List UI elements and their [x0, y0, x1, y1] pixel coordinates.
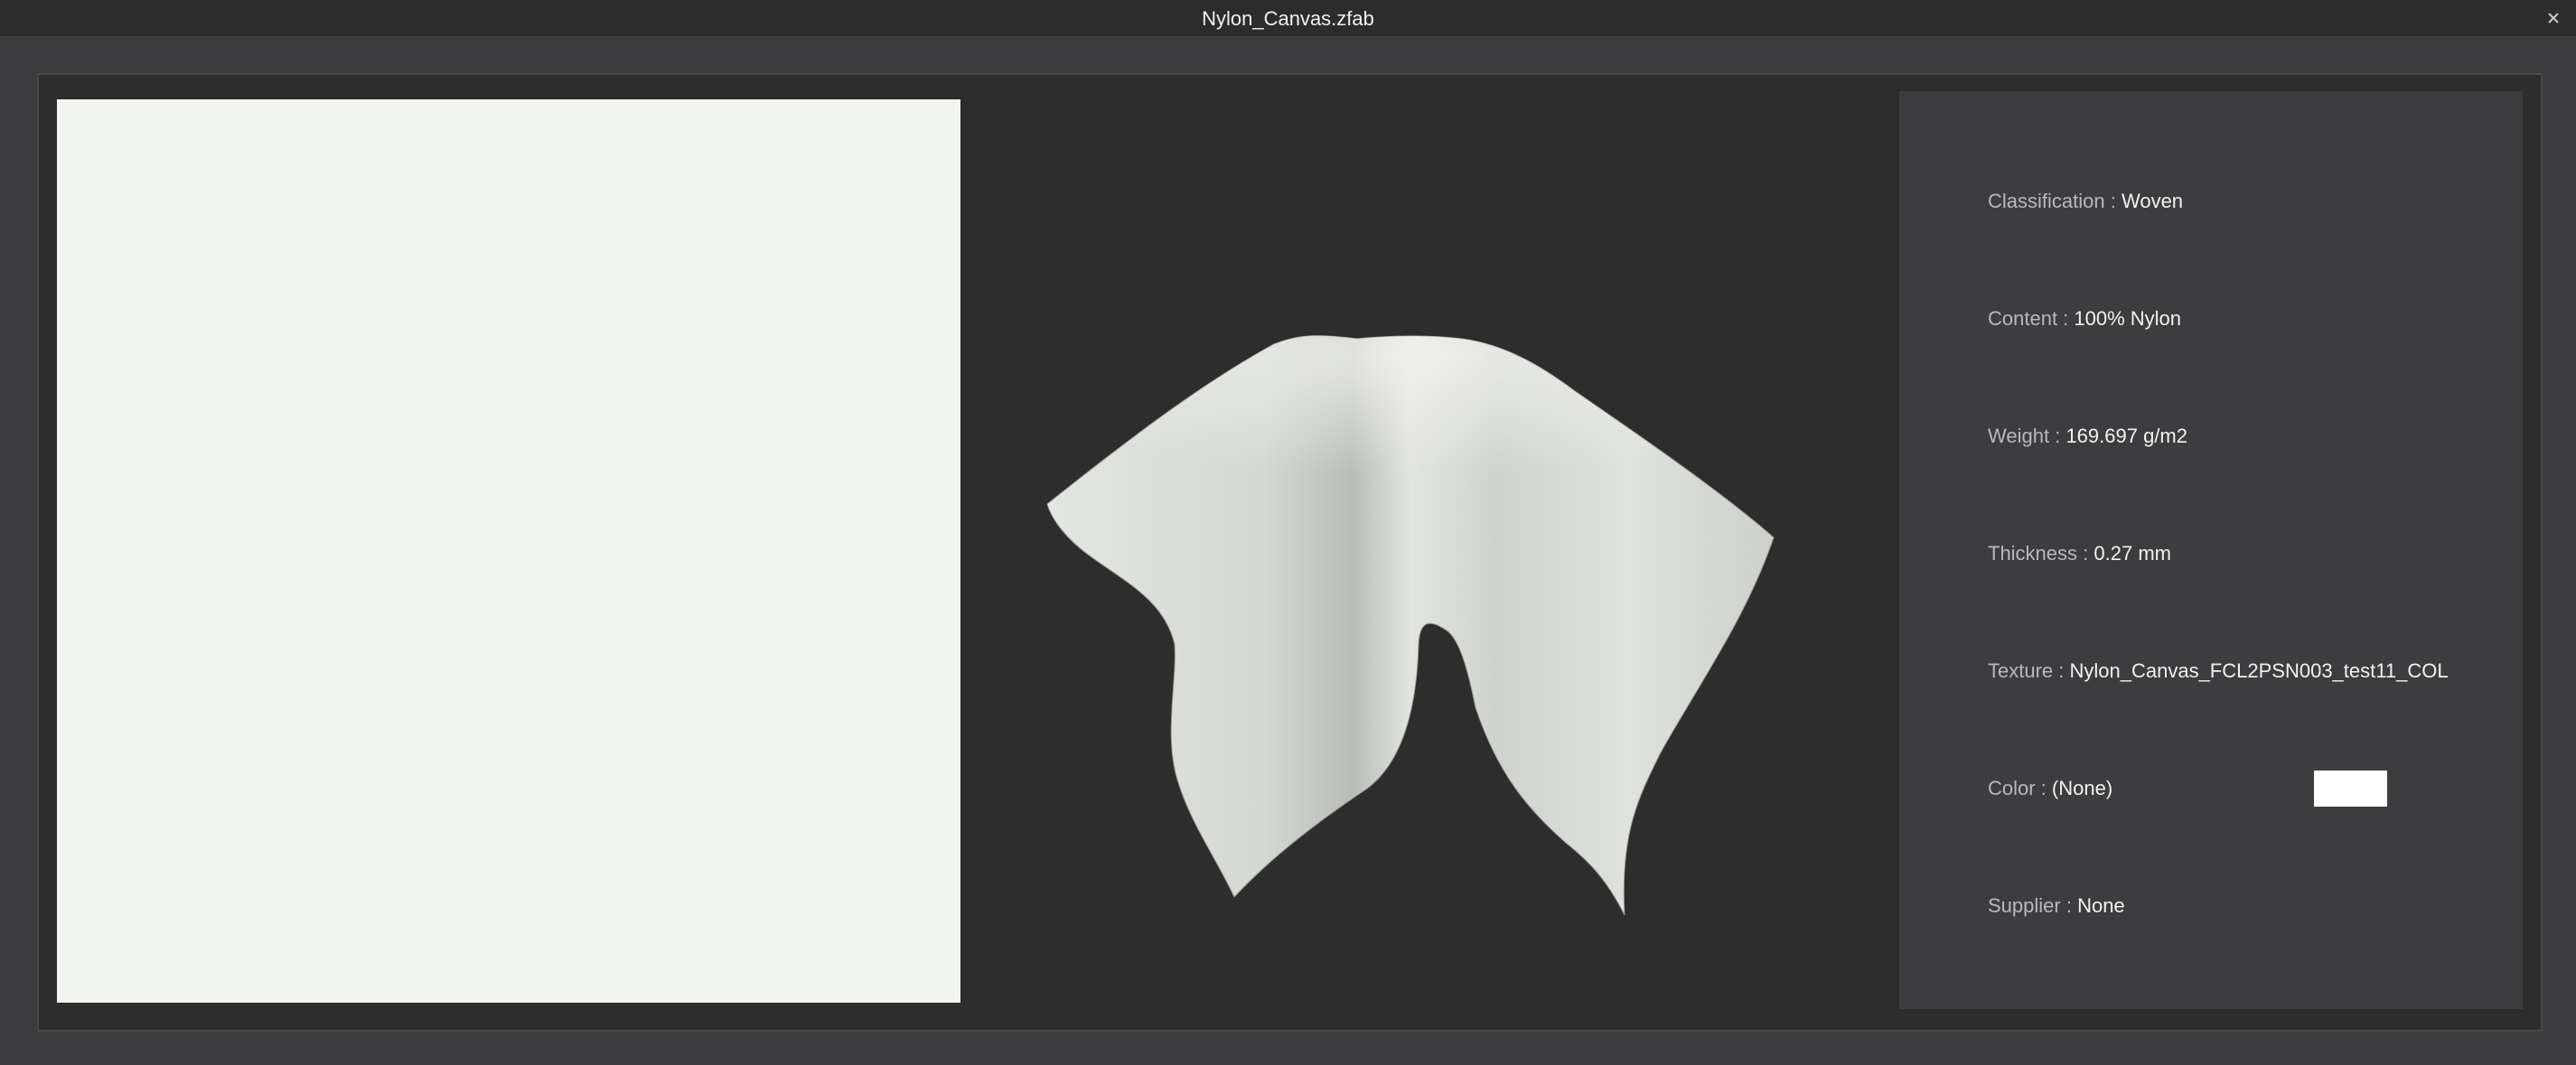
- property-value: (None): [2051, 777, 2113, 799]
- fabric-viewer: Classification : Woven Content : 100% Ny…: [37, 73, 2543, 1032]
- property-value: 169.697 g/m2: [2065, 425, 2187, 447]
- cloth-highlight: [1047, 335, 1774, 537]
- properties-panel: Classification : Woven Content : 100% Ny…: [1899, 91, 2523, 1009]
- property-texture: Texture : Nylon_Canvas_FCL2PSN003_test11…: [1988, 653, 2449, 689]
- property-value: 100% Nylon: [2074, 307, 2182, 330]
- property-label: Weight :: [1988, 425, 2061, 447]
- property-content: Content : 100% Nylon: [1988, 301, 2181, 337]
- close-icon: [2548, 13, 2559, 23]
- close-button[interactable]: [2540, 0, 2567, 36]
- property-value: 0.27 mm: [2094, 542, 2171, 565]
- property-label: Thickness :: [1988, 542, 2089, 565]
- fabric-3d-preview[interactable]: [997, 283, 1891, 933]
- property-label: Color :: [1988, 777, 2047, 799]
- property-label: Supplier :: [1988, 894, 2072, 917]
- property-weight: Weight : 169.697 g/m2: [1988, 418, 2187, 454]
- window-title: Nylon_Canvas.zfab: [1202, 7, 1374, 30]
- property-label: Content :: [1988, 307, 2069, 330]
- property-color: Color : (None): [1988, 771, 2403, 807]
- property-value: None: [2077, 894, 2125, 917]
- property-label: Texture :: [1988, 659, 2065, 682]
- title-bar: Nylon_Canvas.zfab: [0, 0, 2576, 36]
- color-swatch[interactable]: [2314, 771, 2387, 807]
- texture-preview: [57, 99, 960, 1003]
- property-value: Nylon_Canvas_FCL2PSN003_test11_COL: [2069, 659, 2449, 682]
- property-classification: Classification : Woven: [1988, 183, 2183, 220]
- property-value: Woven: [2121, 190, 2184, 212]
- property-thickness: Thickness : 0.27 mm: [1988, 536, 2171, 572]
- property-supplier: Supplier : None: [1988, 888, 2125, 924]
- property-label: Classification :: [1988, 190, 2116, 212]
